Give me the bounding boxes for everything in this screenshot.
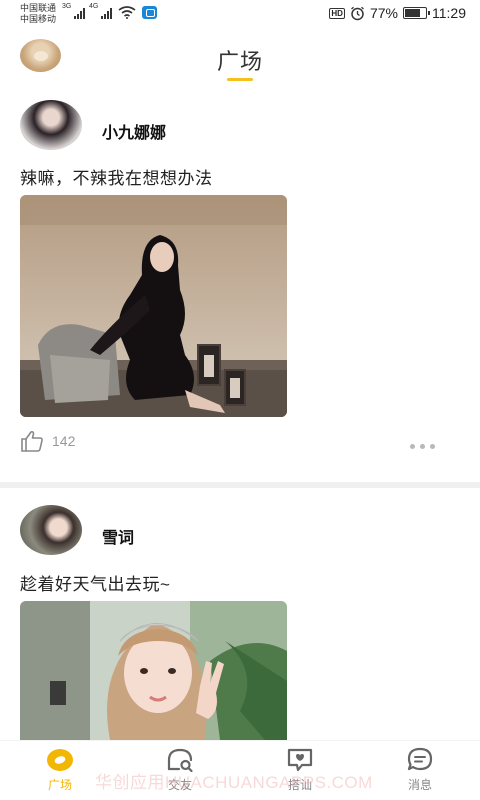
battery-percent: 77% (369, 5, 398, 21)
like-row[interactable]: 142 (20, 430, 75, 452)
user-avatar[interactable] (20, 505, 82, 555)
alarm-icon (351, 6, 364, 20)
like-count: 142 (52, 433, 76, 449)
app-notification-icon (142, 6, 157, 19)
carrier-2: 中国移动 (20, 14, 57, 24)
post-card: 小九娜娜 辣嘛，不辣我在想想办法 142 (0, 90, 480, 490)
signal-icons: 3G 4G (62, 3, 157, 19)
user-avatar[interactable] (20, 100, 82, 150)
bottom-tab-bar: 广场 交友 搭讪 消息 (0, 740, 480, 800)
header: 广场 (0, 30, 480, 90)
post-divider (0, 482, 480, 488)
post-text: 趁着好天气出去玩~ (20, 575, 171, 594)
page-title: 广场 (216, 49, 263, 74)
tab-friends[interactable]: 交友 (120, 741, 240, 800)
plaza-icon (47, 749, 73, 771)
hd-icon: HD (329, 7, 345, 19)
battery-fill (405, 9, 420, 17)
post-card: 雪词 趁着好天气出去玩~ (0, 495, 480, 740)
username[interactable]: 雪词 (102, 524, 134, 548)
post-photo[interactable] (20, 601, 287, 740)
post-text: 辣嘛，不辣我在想想办法 (20, 169, 213, 188)
more-options-icon[interactable] (410, 444, 435, 449)
signal-4g-icon: 4G (89, 3, 112, 19)
tab-label: 搭讪 (287, 778, 312, 792)
clock: 11:29 (432, 5, 466, 21)
tab-label: 消息 (407, 778, 432, 792)
signal-2-label: 4G (89, 3, 99, 10)
system-status: HD 77% 11:29 (329, 5, 466, 21)
thumbs-up-icon[interactable] (20, 430, 44, 452)
battery-icon (403, 7, 430, 19)
carrier-labels: 中国联通 中国移动 (20, 3, 56, 25)
friends-icon (167, 748, 193, 773)
carrier-1: 中国联通 (20, 3, 57, 13)
status-bar: 中国联通 中国移动 3G 4G HD 77% 11:29 (0, 0, 480, 30)
signal-1-label: 3G (62, 3, 72, 10)
tab-chat-up[interactable]: 搭讪 (240, 741, 360, 800)
chat-bubble-icon (287, 748, 313, 772)
photo-image (20, 601, 287, 740)
photo-image (20, 195, 287, 417)
message-icon (407, 747, 433, 771)
tab-label: 广场 (47, 778, 72, 792)
title-underline (227, 78, 253, 81)
tab-messages[interactable]: 消息 (360, 741, 480, 800)
wifi-icon (118, 6, 136, 19)
tab-plaza[interactable]: 广场 (0, 741, 120, 800)
signal-3g-icon: 3G (62, 3, 85, 19)
post-photo[interactable] (20, 195, 287, 417)
username[interactable]: 小九娜娜 (102, 119, 166, 143)
tab-label: 交友 (167, 778, 192, 792)
